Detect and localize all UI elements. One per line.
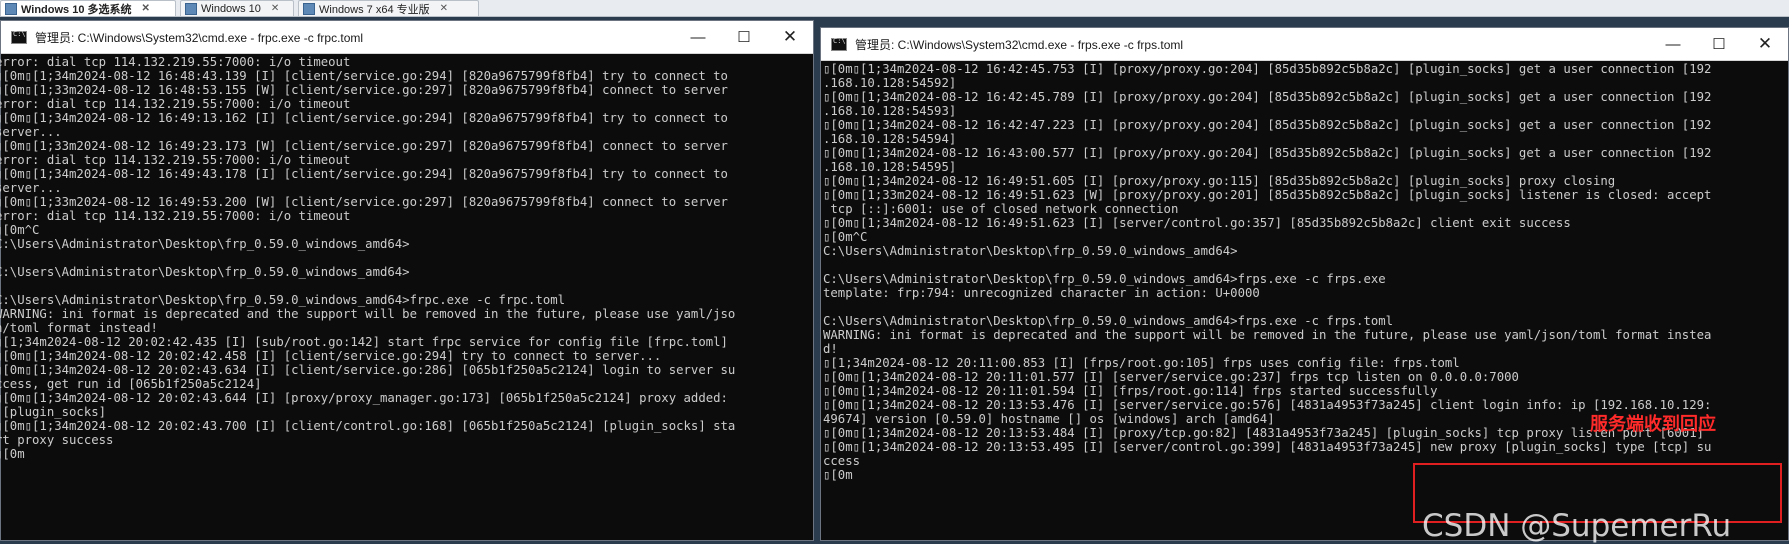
console-line: ▯[0m▯[1;33m2024-08-12 16:49:23.173 [W] [… xyxy=(0,139,728,153)
annotation-label: 服务端收到回应 xyxy=(1590,414,1716,435)
console-line: ▯[0m▯[1;34m2024-08-12 16:42:45.789 [I] [… xyxy=(823,90,1712,104)
cmd-window-frpc[interactable]: 管理员: C:\Windows\System32\cmd.exe - frpc.… xyxy=(0,20,814,541)
console-line: ▯[0m▯[1;34m2024-08-12 16:49:51.605 [I] [… xyxy=(823,174,1616,188)
console-line: ▯[1;34m2024-08-12 20:02:42.435 [I] [sub/… xyxy=(0,335,728,349)
close-button[interactable]: ✕ xyxy=(1742,28,1788,60)
console-line: ▯[0m▯[1;34m2024-08-12 16:42:45.753 [I] [… xyxy=(823,62,1712,76)
close-button[interactable]: ✕ xyxy=(767,21,813,53)
console-line: tcp [::]:6001: use of closed network con… xyxy=(823,202,1179,216)
console-line: [plugin_socks] xyxy=(0,405,107,419)
vm-tab-label: Windows 10 多选系统 xyxy=(21,3,132,16)
vm-tab-label: Windows 10 xyxy=(201,2,261,15)
maximize-button[interactable]: ☐ xyxy=(1696,28,1742,60)
console-line: ▯[0m▯[1;34m2024-08-12 20:11:01.577 [I] [… xyxy=(823,370,1519,384)
console-line: ▯[0m^C xyxy=(823,230,868,244)
console-line: n/toml format instead! xyxy=(0,321,158,335)
console-line: ▯[0m▯[1;34m2024-08-12 16:49:43.178 [I] [… xyxy=(0,167,728,181)
console-line: .168.10.128:54592] xyxy=(823,76,957,90)
console-line: ▯[0m▯[1;34m2024-08-12 16:49:13.162 [I] [… xyxy=(0,111,728,125)
console-line: ▯[0m▯[1;34m2024-08-12 16:42:47.223 [I] [… xyxy=(823,118,1712,132)
close-icon[interactable]: ✕ xyxy=(440,3,448,14)
vm-icon xyxy=(185,2,197,15)
console-line: ▯[0m▯[1;33m2024-08-12 16:48:53.155 [W] [… xyxy=(0,83,728,97)
console-line: error: dial tcp 114.132.219.55:7000: i/o… xyxy=(0,153,351,167)
console-line: ▯[0m▯[1;34m2024-08-12 20:02:43.634 [I] [… xyxy=(0,363,736,377)
console-line: C:\Users\Administrator\Desktop\frp_0.59.… xyxy=(823,272,1386,286)
console-line: WARNING: ini format is deprecated and th… xyxy=(0,307,736,321)
console-line: ▯[0m▯[1;34m2024-08-12 16:43:00.577 [I] [… xyxy=(823,146,1712,160)
console-line: WARNING: ini format is deprecated and th… xyxy=(823,328,1712,342)
window-title: 管理员: C:\Windows\System32\cmd.exe - frps.… xyxy=(855,37,1184,52)
console-line: C:\Users\Administrator\Desktop\frp_0.59.… xyxy=(823,244,1238,258)
cmd-window-frps[interactable]: 管理员: C:\Windows\System32\cmd.exe - frps.… xyxy=(820,27,1789,541)
console-line: server... xyxy=(0,181,62,195)
title-bar[interactable]: 管理员: C:\Windows\System32\cmd.exe - frpc.… xyxy=(1,21,813,54)
console-line: ▯[1;34m2024-08-12 20:11:00.853 [I] [frps… xyxy=(823,356,1460,370)
close-icon[interactable]: ✕ xyxy=(271,3,279,14)
console-line: server... xyxy=(0,125,62,139)
console-line: error: dial tcp 114.132.219.55:7000: i/o… xyxy=(0,209,351,223)
console-line: .168.10.128:54595] xyxy=(823,160,957,174)
vm-tab-windows10[interactable]: Windows 10 ✕ xyxy=(180,0,294,16)
console-line: error: dial tcp 114.132.219.55:7000: i/o… xyxy=(0,97,351,111)
console-line: ▯[0m▯[1;34m2024-08-12 20:02:42.458 [I] [… xyxy=(0,349,662,363)
console-line: C:\Users\Administrator\Desktop\frp_0.59.… xyxy=(0,293,566,307)
console-line: ccess xyxy=(823,454,861,468)
console-line: ▯[0m▯[1;34m2024-08-12 16:49:51.623 [I] [… xyxy=(823,216,1571,230)
console-line: .168.10.128:54594] xyxy=(823,132,957,146)
console-line: .168.10.128:54593] xyxy=(823,104,957,118)
console-line: ▯[0m▯[1;34m2024-08-12 20:02:43.644 [I] [… xyxy=(0,391,728,405)
close-icon[interactable]: ✕ xyxy=(142,3,150,14)
vm-icon xyxy=(303,2,315,15)
vm-tab-windows10-multi[interactable]: Windows 10 多选系统 ✕ xyxy=(0,0,176,16)
console-line: ▯[0m▯[1;33m2024-08-12 16:49:51.623 [W] [… xyxy=(823,188,1712,202)
console-line: C:\Users\Administrator\Desktop\frp_0.59.… xyxy=(0,237,410,251)
vm-tab-windows7[interactable]: Windows 7 x64 专业版 ✕ xyxy=(298,0,479,16)
console-output[interactable]: error: dial tcp 114.132.219.55:7000: i/o… xyxy=(0,54,813,541)
console-line: ▯[0m▯[1;34m2024-08-12 20:13:53.495 [I] [… xyxy=(823,440,1712,454)
console-line: ▯[0m▯[1;34m2024-08-12 20:11:01.594 [I] [… xyxy=(823,384,1438,398)
console-line: ▯[0m xyxy=(823,468,853,482)
console-line: d! xyxy=(823,342,838,356)
vm-tab-strip: Windows 10 多选系统 ✕ Windows 10 ✕ Windows 7… xyxy=(0,0,1789,17)
minimize-button[interactable]: — xyxy=(1650,28,1696,60)
console-line: error: dial tcp 114.132.219.55:7000: i/o… xyxy=(0,55,351,69)
console-line: ccess, get run id [065b1f250a5c2124] xyxy=(0,377,262,391)
console-line: ▯[0m▯[1;34m2024-08-12 20:02:43.700 [I] [… xyxy=(0,419,736,433)
cmd-app-icon xyxy=(831,37,847,51)
console-line: ▯[0m▯[1;34m2024-08-12 16:48:43.139 [I] [… xyxy=(0,69,728,83)
title-bar[interactable]: 管理员: C:\Windows\System32\cmd.exe - frps.… xyxy=(821,28,1788,61)
maximize-button[interactable]: ☐ xyxy=(721,21,767,53)
console-line: rt proxy success xyxy=(0,433,114,447)
console-output[interactable]: ▯[0m▯[1;34m2024-08-12 16:42:45.753 [I] [… xyxy=(821,61,1788,542)
vm-icon xyxy=(5,2,17,15)
console-line: C:\Users\Administrator\Desktop\frp_0.59.… xyxy=(0,265,410,279)
minimize-button[interactable]: — xyxy=(675,21,721,53)
vm-tab-label: Windows 7 x64 专业版 xyxy=(319,3,430,16)
console-line: ▯[0m xyxy=(0,447,25,461)
cmd-app-icon xyxy=(11,30,27,44)
console-line: C:\Users\Administrator\Desktop\frp_0.59.… xyxy=(823,314,1394,328)
window-title: 管理员: C:\Windows\System32\cmd.exe - frpc.… xyxy=(35,30,364,45)
console-line: ▯[0m^C xyxy=(0,223,40,237)
console-line: template: frp:794: unrecognized characte… xyxy=(823,286,1260,300)
watermark: CSDN @SupemerRu xyxy=(1422,508,1732,544)
console-line: ▯[0m▯[1;33m2024-08-12 16:49:53.200 [W] [… xyxy=(0,195,728,209)
